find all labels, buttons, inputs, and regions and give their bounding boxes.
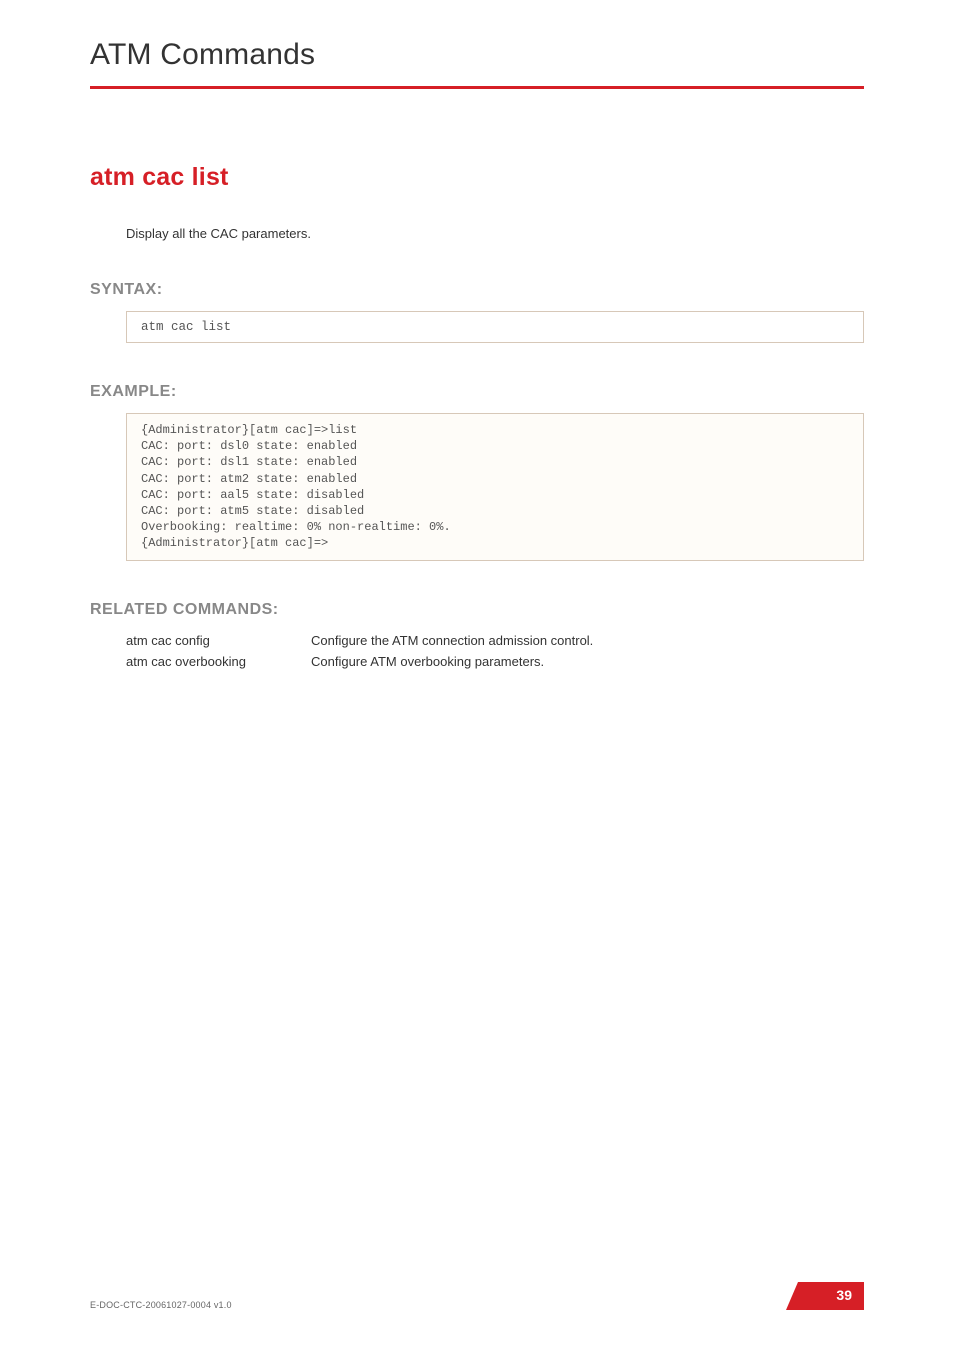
section-title: ATM Commands bbox=[90, 38, 864, 72]
related-row: atm cac overbooking Configure ATM overbo… bbox=[126, 654, 864, 669]
command-description: Display all the CAC parameters. bbox=[126, 226, 864, 241]
syntax-heading: SYNTAX: bbox=[90, 281, 864, 299]
page-footer: E-DOC-CTC-20061027-0004 v1.0 39 bbox=[90, 1282, 864, 1310]
page-number-tab: 39 bbox=[786, 1282, 864, 1310]
document-id: E-DOC-CTC-20061027-0004 v1.0 bbox=[90, 1300, 232, 1310]
example-box: {Administrator}[atm cac]=>list CAC: port… bbox=[126, 413, 864, 561]
related-row: atm cac config Configure the ATM connect… bbox=[126, 633, 864, 648]
header-rule bbox=[90, 86, 864, 89]
content-area: atm cac list Display all the CAC paramet… bbox=[90, 163, 864, 669]
page: ATM Commands atm cac list Display all th… bbox=[0, 0, 954, 1350]
related-command-name: atm cac overbooking bbox=[126, 654, 311, 669]
related-command-desc: Configure ATM overbooking parameters. bbox=[311, 654, 544, 669]
syntax-box: atm cac list bbox=[126, 311, 864, 343]
example-heading: EXAMPLE: bbox=[90, 383, 864, 401]
related-heading: RELATED COMMANDS: bbox=[90, 601, 864, 619]
related-commands-table: atm cac config Configure the ATM connect… bbox=[126, 633, 864, 669]
related-command-desc: Configure the ATM connection admission c… bbox=[311, 633, 593, 648]
command-title: atm cac list bbox=[90, 163, 864, 192]
related-command-name: atm cac config bbox=[126, 633, 311, 648]
page-number: 39 bbox=[836, 1287, 852, 1303]
